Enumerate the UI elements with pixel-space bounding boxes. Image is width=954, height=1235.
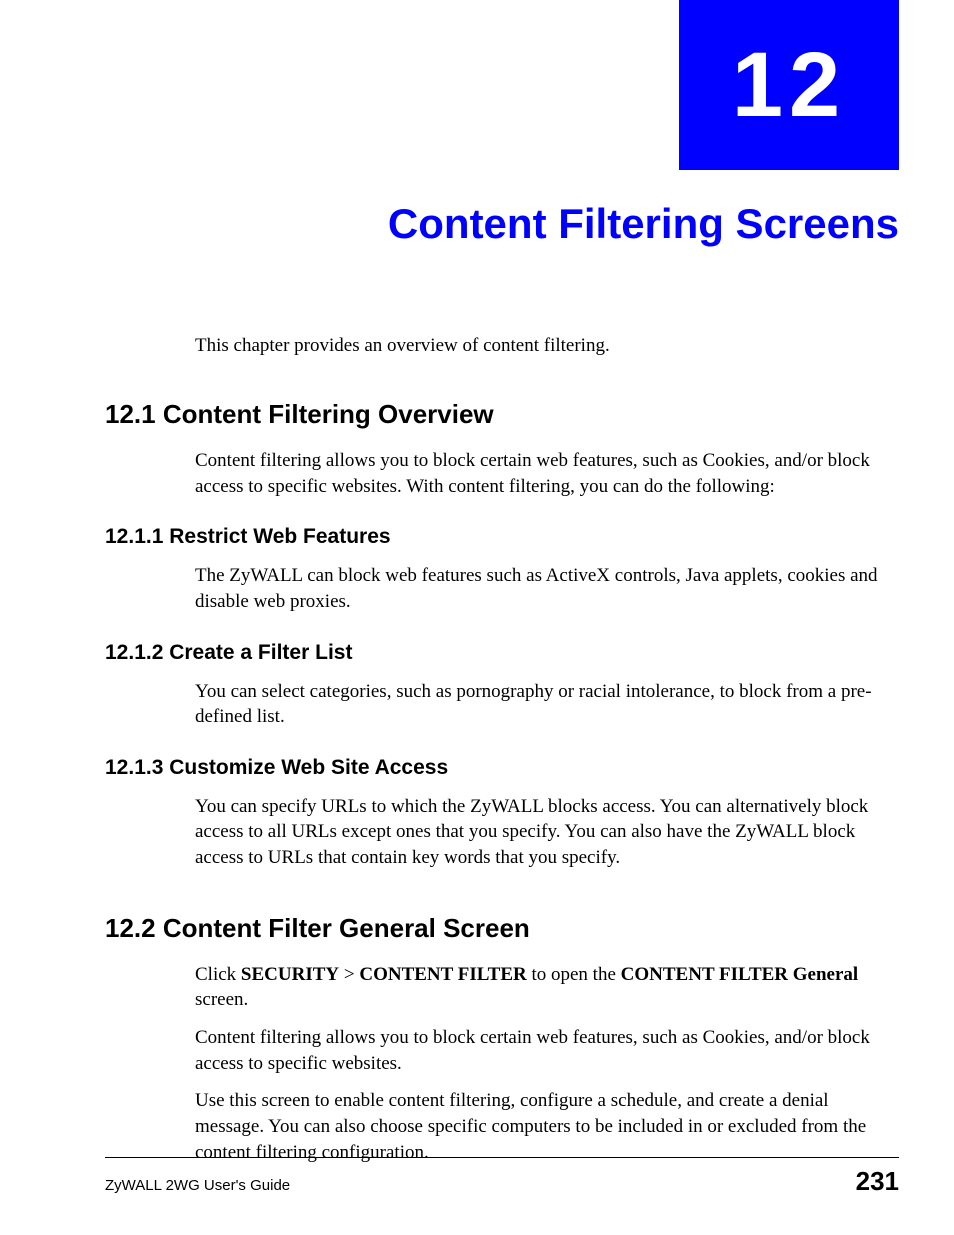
page-footer: ZyWALL 2WG User's Guide 231 xyxy=(105,1157,899,1197)
page-content: This chapter provides an overview of con… xyxy=(105,335,899,1185)
chapter-number-box: 12 xyxy=(679,0,899,170)
subsection-body-12-1-3: You can specify URLs to which the ZyWALL… xyxy=(195,794,899,871)
section-12-1: 12.1 Content Filtering Overview Content … xyxy=(105,399,899,871)
subsection-body-12-1-1: The ZyWALL can block web features such a… xyxy=(195,563,899,614)
section-heading-12-2: 12.2 Content Filter General Screen xyxy=(105,913,899,944)
section-body-12-2-p2: Content filtering allows you to block ce… xyxy=(195,1025,899,1076)
section-body-12-2-p1: Click SECURITY > CONTENT FILTER to open … xyxy=(195,962,899,1013)
intro-text: This chapter provides an overview of con… xyxy=(195,335,899,357)
p1-b1: SECURITY xyxy=(241,964,339,985)
p1-b3: CONTENT FILTER General xyxy=(621,964,859,985)
section-heading-12-1: 12.1 Content Filtering Overview xyxy=(105,399,899,430)
footer-guide-name: ZyWALL 2WG User's Guide xyxy=(105,1177,290,1194)
section-body-12-2-p3: Use this screen to enable content filter… xyxy=(195,1088,899,1165)
p1-mid2: to open the xyxy=(527,964,621,985)
section-body-12-1: Content filtering allows you to block ce… xyxy=(195,448,899,499)
subsection-heading-12-1-3: 12.1.3 Customize Web Site Access xyxy=(105,756,899,780)
subsection-body-12-1-2: You can select categories, such as porno… xyxy=(195,679,899,730)
p1-b2: CONTENT FILTER xyxy=(359,964,526,985)
subsection-heading-12-1-2: 12.1.2 Create a Filter List xyxy=(105,641,899,665)
p1-mid1: > xyxy=(339,964,359,985)
p1-post: screen. xyxy=(195,989,248,1010)
chapter-title: Content Filtering Screens xyxy=(105,200,899,248)
p1-pre: Click xyxy=(195,964,241,985)
subsection-heading-12-1-1: 12.1.1 Restrict Web Features xyxy=(105,525,899,549)
chapter-number: 12 xyxy=(732,33,846,138)
section-12-2: 12.2 Content Filter General Screen Click… xyxy=(105,913,899,1165)
footer-page-number: 231 xyxy=(856,1166,899,1197)
